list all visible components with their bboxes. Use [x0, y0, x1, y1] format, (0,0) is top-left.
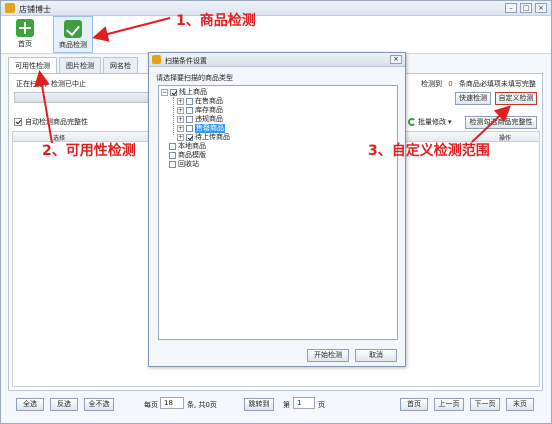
window-controls: – □ ×	[505, 3, 547, 13]
maximize-button[interactable]: □	[520, 3, 532, 13]
main-toolbar: 首页 商品检测	[1, 16, 551, 54]
per-page-suffix: 条, 共0页	[187, 401, 217, 409]
toolbar-home-button[interactable]: 首页	[11, 16, 39, 53]
tree-checkbox[interactable]	[169, 143, 176, 150]
prev-page-button[interactable]: 上一页	[434, 398, 464, 411]
tree-node-onsale[interactable]: + 在售商品	[177, 97, 223, 106]
tree-checkbox[interactable]	[186, 116, 193, 123]
tree-node-recycle[interactable]: 回收站	[169, 160, 199, 169]
next-page-button[interactable]: 下一页	[470, 398, 500, 411]
dialog-title-bar: 扫描条件设置 ×	[149, 53, 405, 67]
custom-check-button[interactable]: 自定义检测	[495, 92, 537, 105]
goto-page-button[interactable]: 跳转到	[244, 398, 274, 411]
select-none-button[interactable]: 全不选	[84, 398, 114, 411]
page-prefix: 第	[283, 401, 290, 409]
last-page-button[interactable]: 末页	[506, 398, 534, 411]
annotation-custom-range: 3、自定义检测范围	[368, 143, 490, 159]
app-logo-icon	[152, 55, 161, 64]
refresh-icon	[408, 118, 416, 126]
detect-label: 检测到	[421, 80, 442, 88]
tree-node-online[interactable]: − 线上商品	[161, 88, 207, 97]
dialog-close-button[interactable]: ×	[390, 55, 402, 64]
tree-label: 售罄商品	[195, 124, 225, 133]
expand-icon[interactable]: +	[177, 116, 184, 123]
check-tabs: 可用性检测 图片检测 网名检	[8, 57, 140, 74]
start-check-button[interactable]: 开始检测	[307, 349, 349, 362]
annotation-availability-check: 2、可用性检测	[42, 143, 136, 159]
toolbar-home-label: 首页	[18, 40, 32, 48]
detect-summary: 检测到 0 条商品必填项未填写完整	[421, 79, 536, 89]
tree-checkbox[interactable]	[186, 107, 193, 114]
expand-icon[interactable]: +	[177, 107, 184, 114]
tree-label: 在售商品	[195, 97, 223, 105]
tree-node-template[interactable]: 商品模版	[169, 151, 206, 160]
app-logo-icon	[5, 3, 15, 13]
tree-checkbox[interactable]	[169, 152, 176, 159]
per-page-input[interactable]: 18	[160, 397, 184, 409]
toolbar-product-check-button[interactable]: 商品检测	[53, 16, 93, 53]
auto-check-option[interactable]: 自动检测商品完整性	[14, 117, 88, 127]
product-type-tree: − 线上商品 + 在售商品 + 库存商品 + 违规商品 + 售罄商品 + 待上传…	[158, 85, 398, 340]
check-icon	[64, 20, 82, 38]
dialog-title: 扫描条件设置	[165, 57, 207, 65]
pagination-bar: 全选 反选 全不选 每页 18 条, 共0页 跳转到 第 1 页 首页 上一页 …	[8, 396, 543, 416]
tab-availability[interactable]: 可用性检测	[8, 57, 57, 74]
annotation-product-check: 1、商品检测	[176, 13, 256, 29]
invert-selection-button[interactable]: 反选	[50, 398, 78, 411]
tree-node-pending-upload[interactable]: + 待上传商品	[177, 133, 230, 142]
minimize-button[interactable]: –	[505, 3, 517, 13]
toolbar-product-check-label: 商品检测	[59, 41, 87, 49]
tree-node-local[interactable]: 本地商品	[169, 142, 206, 151]
expand-icon[interactable]: +	[177, 98, 184, 105]
tab-name-check[interactable]: 网名检	[103, 57, 138, 73]
tree-label: 库存商品	[195, 106, 223, 114]
check-selected-button[interactable]: 检测勾选商品完整性	[465, 116, 537, 129]
tree-checkbox[interactable]	[186, 98, 193, 105]
collapse-icon[interactable]: −	[161, 89, 168, 96]
tree-checkbox[interactable]	[169, 161, 176, 168]
auto-check-label: 自动检测商品完整性	[25, 118, 88, 126]
plus-icon	[16, 19, 34, 37]
column-operation: 操作	[499, 135, 512, 142]
batch-edit-button[interactable]: 批量修改 ▾	[408, 117, 452, 127]
per-page-label: 每页	[144, 401, 158, 409]
tree-node-soldout[interactable]: + 售罄商品	[177, 124, 225, 133]
tree-label: 违规商品	[195, 115, 223, 123]
scan-settings-dialog: 扫描条件设置 × 请选择要扫描的商品类型 − 线上商品 + 在售商品 + 库存商…	[148, 52, 406, 367]
chevron-down-icon: ▾	[448, 118, 452, 126]
tree-label: 待上传商品	[195, 133, 230, 141]
tab-image-check[interactable]: 图片检测	[59, 57, 101, 73]
dialog-prompt: 请选择要扫描的商品类型	[156, 74, 233, 82]
quick-check-button[interactable]: 快速检测	[455, 92, 491, 105]
tree-node-inventory[interactable]: + 库存商品	[177, 106, 223, 115]
tree-checkbox[interactable]	[186, 134, 193, 141]
close-button[interactable]: ×	[535, 3, 547, 13]
tree-connector	[173, 97, 174, 135]
scan-progress-bar	[14, 92, 159, 103]
window-title: 店铺博士	[19, 5, 51, 14]
detect-suffix: 条商品必填项未填写完整	[458, 80, 536, 88]
expand-icon[interactable]: +	[177, 125, 184, 132]
first-page-button[interactable]: 首页	[400, 398, 428, 411]
dialog-cancel-button[interactable]: 取消	[355, 349, 397, 362]
tree-label: 回收站	[178, 160, 199, 168]
page-number-input[interactable]: 1	[293, 397, 315, 409]
tree-label: 本地商品	[178, 142, 206, 150]
tree-label: 商品模版	[178, 151, 206, 159]
detect-count: 0	[448, 80, 453, 88]
auto-check-checkbox[interactable]	[14, 118, 22, 126]
batch-edit-label: 批量修改	[418, 118, 446, 126]
tree-node-violation[interactable]: + 违规商品	[177, 115, 223, 124]
title-bar: 店铺博士 – □ ×	[1, 1, 551, 16]
expand-icon[interactable]: +	[177, 134, 184, 141]
tree-checkbox[interactable]	[186, 125, 193, 132]
tree-checkbox[interactable]	[170, 89, 177, 96]
select-all-button[interactable]: 全选	[16, 398, 44, 411]
scan-status-text: 正在扫描，检测已中止	[16, 80, 86, 88]
tree-label: 线上商品	[179, 88, 207, 96]
page-suffix: 页	[318, 401, 325, 409]
